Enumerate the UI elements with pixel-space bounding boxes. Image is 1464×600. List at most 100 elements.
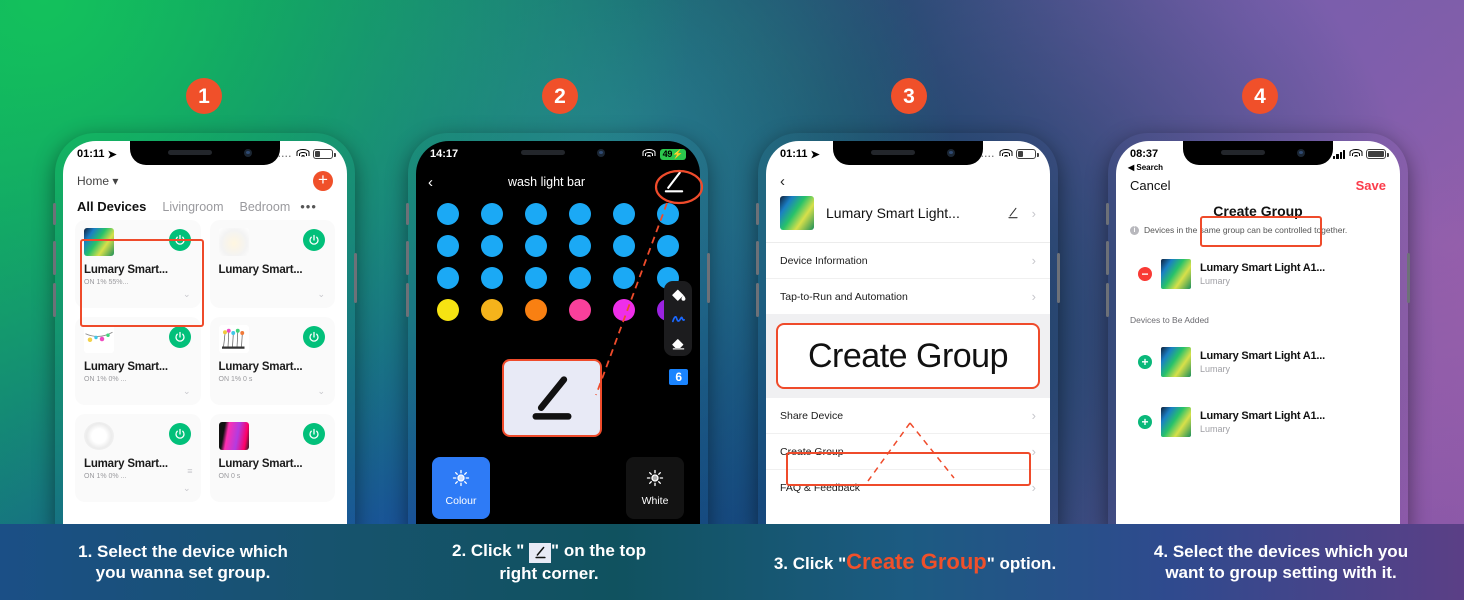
bulb-cluster-icon [218,325,249,353]
wifi-icon [999,149,1012,159]
back-button[interactable]: ‹ [428,174,433,191]
speaker-icon [168,150,212,155]
chevron-down-icon[interactable]: ⌄ [183,289,191,300]
row-device-information[interactable]: Device Information › [766,243,1050,278]
battery-icon [1366,149,1389,159]
device-list-item[interactable]: + Lumary Smart Light A1... Lumary [1126,401,1390,443]
phone-1-screen: 01:11 ➤ .... Home ▾ + All Devices Living… [63,141,347,533]
led-dot[interactable] [525,235,547,257]
power-toggle[interactable] [303,326,325,348]
mode-white-button[interactable]: White [626,457,684,519]
drawing-tool-palette [664,281,692,356]
led-dot[interactable] [569,203,591,225]
led-dot[interactable] [657,203,679,225]
tab-livingroom[interactable]: Livingroom [162,200,223,214]
device-list-item[interactable]: + Lumary Smart Light A1... Lumary [1126,341,1390,383]
device-meta: ON 1% 0% ... [84,376,127,383]
device-brand: Lumary [1200,276,1231,286]
led-dot[interactable] [481,299,503,321]
led-dot[interactable] [437,235,459,257]
phone2-power-button [707,253,710,303]
led-dot[interactable] [613,235,635,257]
chevron-down-icon[interactable]: ⌄ [183,386,191,397]
cancel-button[interactable]: Cancel [1130,178,1170,193]
tab-bedroom[interactable]: Bedroom [240,200,291,214]
led-count-badge: 6 [669,369,688,385]
device-card-1[interactable]: Lumary Smart... ON 1% 55%... ⌄ [75,220,201,308]
add-device-icon[interactable]: + [1138,355,1152,369]
led-dot[interactable] [613,299,635,321]
eraser-icon[interactable] [670,334,687,351]
back-button[interactable]: ‹ [766,167,1050,190]
device-card-2[interactable]: Lumary Smart... ⌄ [209,220,335,308]
caption-3-post: " option. [986,554,1057,574]
phone1-notch [130,141,280,165]
device-card-4[interactable]: Lumary Smart... ON 1% 0 s ⌄ [209,317,335,405]
led-dot[interactable] [613,203,635,225]
home-selector[interactable]: Home ▾ [77,174,118,188]
chevron-right-icon: › [1031,289,1036,304]
paint-bucket-icon[interactable] [670,286,687,303]
led-dot[interactable] [525,267,547,289]
power-toggle[interactable] [168,423,191,445]
led-dot[interactable] [525,299,547,321]
remove-device-icon[interactable]: − [1138,267,1152,281]
save-button[interactable]: Save [1356,178,1386,193]
led-dot[interactable] [437,267,459,289]
create-group-zoom-card[interactable]: Create Group [776,323,1040,389]
power-toggle[interactable] [303,423,325,445]
chevron-down-icon[interactable]: ⌄ [317,386,325,397]
phone4-nav-bar: Cancel Save [1116,172,1400,195]
device-thumbnail [1161,407,1191,437]
led-dot[interactable] [481,267,503,289]
device-card-6[interactable]: Lumary Smart... ON 0 s [209,414,335,502]
power-toggle[interactable] [303,229,325,251]
led-dot[interactable] [569,235,591,257]
chevron-down-icon[interactable]: ⌄ [317,289,325,300]
battery-charging-icon: 49⚡ [659,148,686,160]
phone3-device-header[interactable]: Lumary Smart Light... › [766,190,1050,243]
device-brand: Lumary [1200,424,1231,434]
add-device-button[interactable]: + [313,171,333,191]
led-dot[interactable] [481,203,503,225]
led-dot[interactable] [437,299,459,321]
led-dot[interactable] [525,203,547,225]
led-dot[interactable] [657,235,679,257]
page-title: Create Group [1213,203,1303,219]
wifi-icon [296,149,309,159]
led-dot-grid[interactable] [416,193,700,321]
led-dot[interactable] [569,299,591,321]
caption-2-line2: right corner. [499,563,599,583]
phone3-volume-down-button [756,283,759,317]
phone3-mute-button [756,203,759,225]
row-tap-to-run[interactable]: Tap-to-Run and Automation › [766,278,1050,314]
brush-icon[interactable] [670,310,687,327]
led-dot[interactable] [481,235,503,257]
device-card-5[interactable]: Lumary Smart... ≡ ON 1% 0% ... ⌄ [75,414,201,502]
brightness-icon [452,469,470,487]
led-dot[interactable] [569,267,591,289]
caption-1: 1. Select the device which you wanna set… [0,541,366,584]
light-strip-icon [84,228,114,256]
mode-colour-button[interactable]: Colour [432,457,490,519]
chevron-right-icon: › [1031,205,1036,221]
device-card-3[interactable]: Lumary Smart... ON 1% 0% ... ⌄ [75,317,201,405]
add-device-icon[interactable]: + [1138,415,1152,429]
phone-3-screen: 01:11 ➤ .... ‹ Lumary Smart Light... › D… [766,141,1050,533]
row-create-group[interactable]: Create Group › [766,433,1050,469]
row-share-device[interactable]: Share Device › [766,398,1050,433]
power-toggle[interactable] [168,229,191,251]
led-dot[interactable] [613,267,635,289]
pencil-underline-icon[interactable] [1006,206,1020,220]
led-dot[interactable] [437,203,459,225]
speaker-icon [521,150,565,155]
tab-all-devices[interactable]: All Devices [77,199,146,214]
edit-pencil-button[interactable] [660,171,688,193]
phone-3-frame: 01:11 ➤ .... ‹ Lumary Smart Light... › D… [756,133,1060,533]
tabs-more-button[interactable]: ••• [300,199,317,214]
chevron-down-icon[interactable]: ⌄ [183,483,191,494]
chevron-right-icon: › [1031,444,1036,459]
device-list-item[interactable]: − Lumary Smart Light A1... Lumary [1126,253,1390,295]
row-faq-feedback[interactable]: FAQ & Feedback › [766,469,1050,505]
power-toggle[interactable] [168,326,191,348]
